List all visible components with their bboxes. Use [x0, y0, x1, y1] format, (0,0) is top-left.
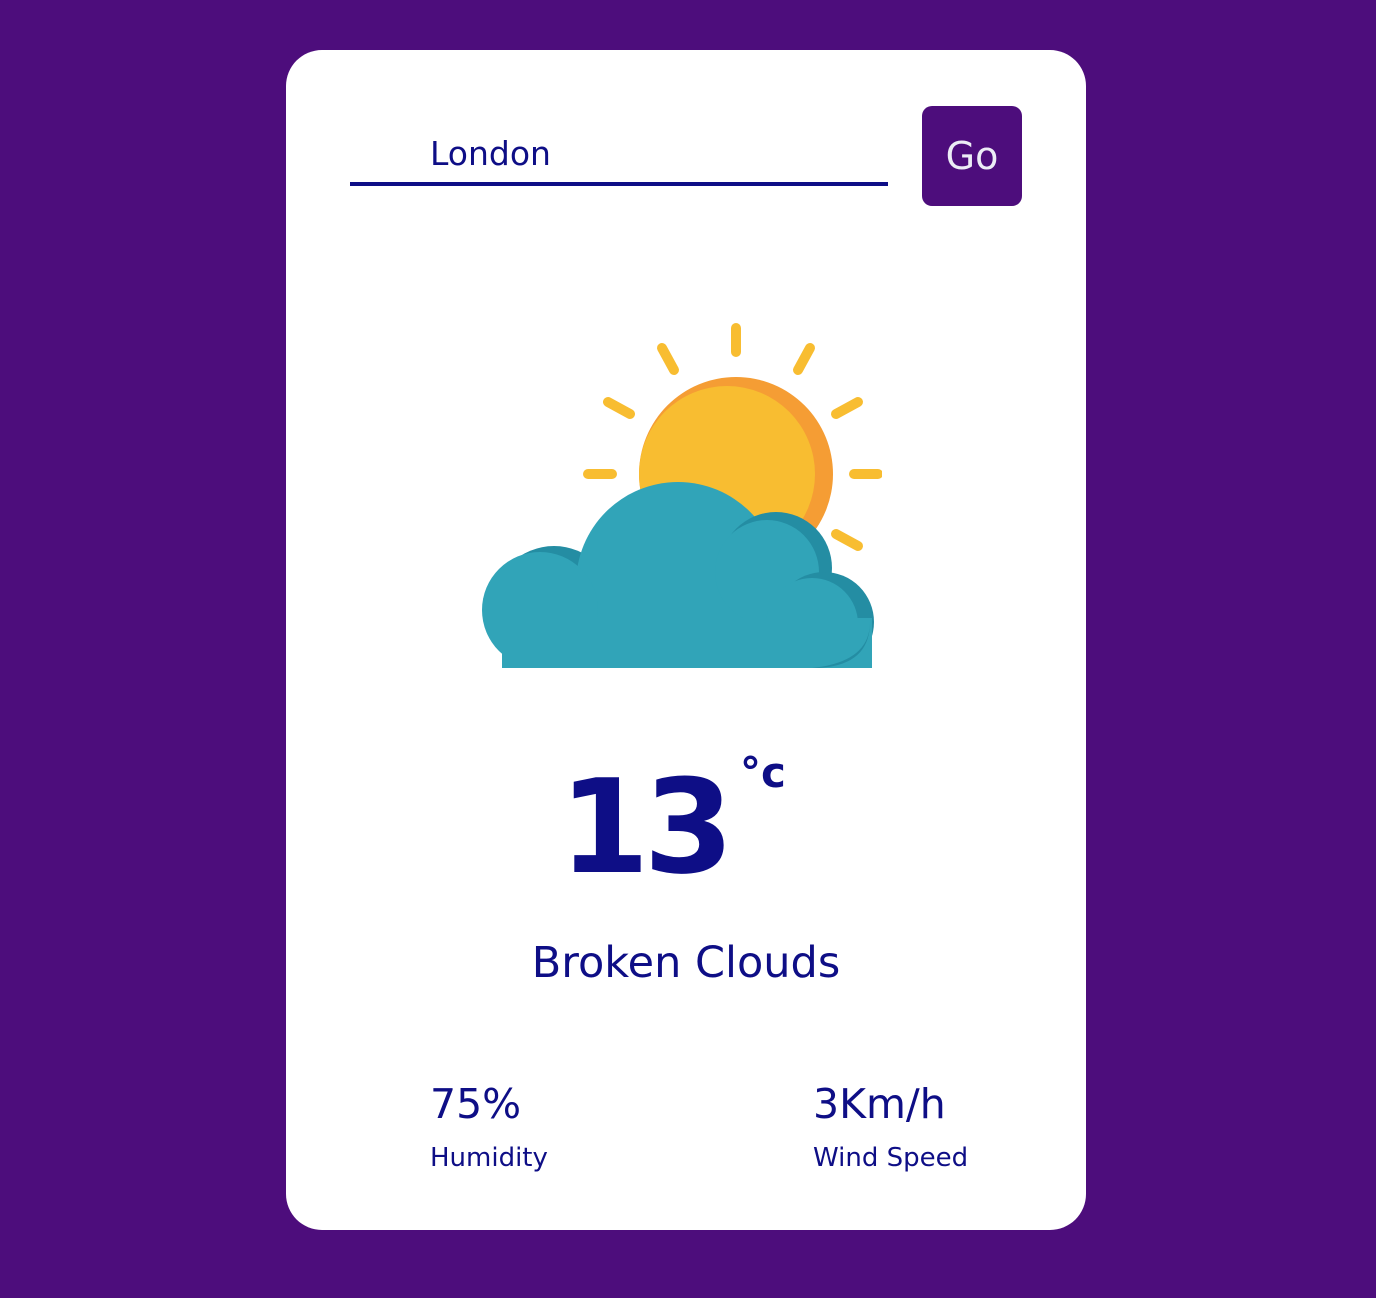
wind-speed-label: Wind Speed [813, 1143, 969, 1173]
sun-behind-cloud-icon [482, 323, 882, 674]
weather-card: Go 13 ° [286, 50, 1086, 1230]
search-row: Go [350, 106, 1022, 206]
wind-speed-value: 3Km/h [813, 1080, 946, 1128]
temperature-unit: °c [740, 748, 786, 797]
temperature-block: 13 °c [286, 752, 1086, 912]
weather-condition: Broken Clouds [531, 938, 841, 988]
wind-speed-stat: 3Km/h Wind Speed [813, 1080, 969, 1174]
city-search-input[interactable] [350, 124, 888, 186]
humidity-value: 75% [430, 1080, 522, 1128]
humidity-stat: 75% Humidity [430, 1080, 548, 1174]
go-button[interactable]: Go [922, 106, 1022, 206]
temperature-value: 13 [559, 751, 734, 903]
humidity-label: Humidity [430, 1143, 548, 1173]
